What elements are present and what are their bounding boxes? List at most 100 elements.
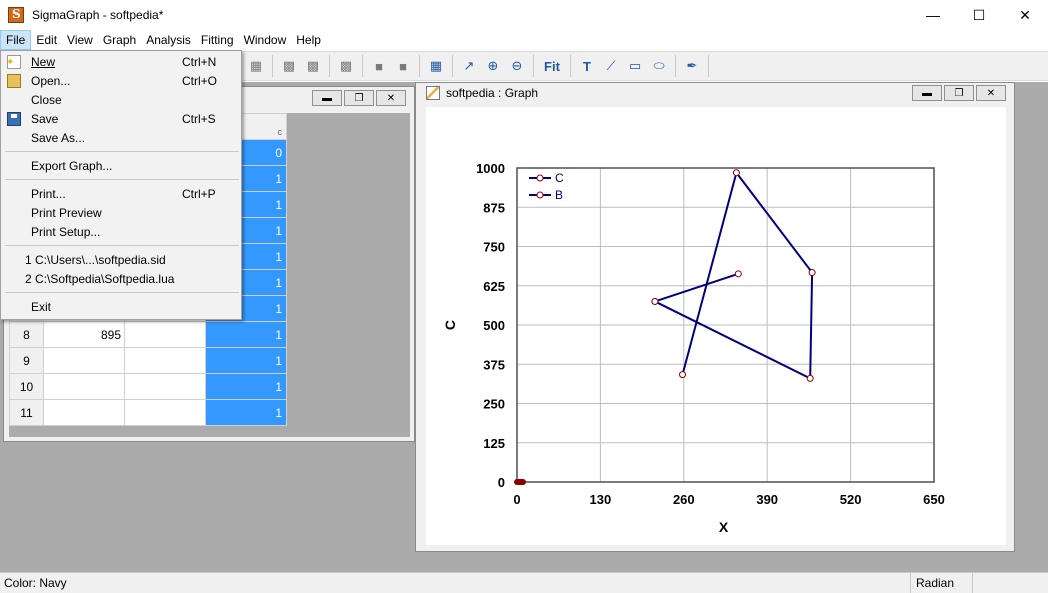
minimize-button[interactable]: — [910, 0, 956, 30]
y-tick-label: 250 [483, 397, 505, 412]
cell-c[interactable]: 1 [205, 373, 287, 400]
menu-file[interactable]: File [0, 30, 32, 50]
data-point[interactable] [808, 269, 816, 277]
sort-desc-icon[interactable]: ■ [392, 55, 414, 77]
row-number[interactable]: 8 [9, 321, 44, 348]
menu-item-open[interactable]: Open... Ctrl+O [1, 72, 241, 91]
fit-button[interactable]: Fit [539, 55, 565, 77]
row-number[interactable]: 11 [9, 399, 44, 426]
data-point[interactable] [679, 371, 687, 379]
menu-graph[interactable]: Graph [98, 30, 141, 50]
table-row: 9 1 [9, 347, 287, 374]
append-rows-icon[interactable]: ▩ [278, 55, 300, 77]
menu-item-close[interactable]: Close [1, 91, 241, 110]
ellipse-tool-icon[interactable]: ⬭ [648, 55, 670, 77]
autoscale-icon[interactable]: ↗ [458, 55, 480, 77]
menu-item-recent-2[interactable]: 2 C:\Softpedia\Softpedia.lua [1, 270, 241, 289]
status-angle-unit: Radian [910, 573, 954, 593]
status-text: Color: Navy [4, 576, 67, 590]
table-row: 8 895 1 [9, 321, 287, 348]
data-point[interactable] [734, 270, 742, 278]
cell-b[interactable] [124, 321, 206, 348]
y-tick-label: 1000 [476, 161, 505, 176]
menu-help[interactable]: Help [291, 30, 326, 50]
worksheet-close-button[interactable]: ✕ [376, 90, 406, 106]
cell-c[interactable]: 1 [205, 321, 287, 348]
line-tool-icon[interactable]: ⟋ [600, 55, 622, 77]
y-tick-label: 625 [483, 279, 505, 294]
menu-separator [5, 292, 239, 293]
menu-analysis[interactable]: Analysis [141, 30, 196, 50]
close-button[interactable]: ✕ [1002, 0, 1048, 30]
graph-minimize-button[interactable]: ▬ [912, 85, 942, 101]
cell-b[interactable] [124, 399, 206, 426]
menu-view[interactable]: View [62, 30, 98, 50]
open-folder-icon [7, 74, 21, 88]
worksheet-restore-button[interactable]: ❐ [344, 90, 374, 106]
column-header-c-sub: c [277, 127, 283, 137]
cell-c[interactable]: 1 [205, 399, 287, 426]
cell-a[interactable] [43, 373, 125, 400]
worksheet-minimize-button[interactable]: ▬ [312, 90, 342, 106]
menu-item-print-preview[interactable]: Print Preview [1, 204, 241, 223]
zoom-in-icon[interactable]: ⊕ [482, 55, 504, 77]
x-tick-label: 0 [513, 492, 520, 507]
graph-canvas[interactable]: 0 125 250 375 500 625 750 875 1000 0 130 260 390 520… [426, 107, 1006, 545]
data-point[interactable] [732, 169, 740, 177]
menu-item-print-setup[interactable]: Print Setup... [1, 223, 241, 242]
cell-b[interactable] [124, 373, 206, 400]
insert-column-icon[interactable]: ▦ [245, 55, 267, 77]
menu-fitting[interactable]: Fitting [196, 30, 239, 50]
menu-item-print[interactable]: Print... Ctrl+P [1, 185, 241, 204]
cell-a[interactable] [43, 347, 125, 374]
rectangle-tool-icon[interactable]: ▭ [624, 55, 646, 77]
cell-b[interactable] [124, 347, 206, 374]
x-tick-label: 390 [756, 492, 778, 507]
status-bar: Color: Navy Radian [0, 572, 1048, 593]
append-columns-icon[interactable]: ▩ [302, 55, 324, 77]
table-row: 11 1 [9, 399, 287, 426]
menu-item-new[interactable]: ✦ New Ctrl+N [1, 53, 241, 72]
text-tool-icon[interactable]: T [576, 55, 598, 77]
graph-close-button[interactable]: ✕ [976, 85, 1006, 101]
x-tick-label: 520 [840, 492, 862, 507]
menu-item-save[interactable]: Save Ctrl+S [1, 110, 241, 129]
y-tick-label: 750 [483, 240, 505, 255]
data-point[interactable] [651, 297, 659, 305]
menu-separator [5, 179, 239, 180]
pen-tool-icon[interactable]: ✒ [681, 55, 703, 77]
menu-window[interactable]: Window [239, 30, 292, 50]
legend-marker [536, 191, 544, 199]
menu-item-save-as[interactable]: Save As... [1, 129, 241, 148]
chart-svg[interactable]: 0 125 250 375 500 625 750 875 1000 0 130 260 390 520… [426, 107, 1006, 545]
x-tick-label: 650 [923, 492, 945, 507]
x-axis-label: X [719, 519, 729, 535]
app-icon [8, 7, 24, 23]
cell-c[interactable]: 1 [205, 347, 287, 374]
delete-icon[interactable]: ▩ [335, 55, 357, 77]
legend-label[interactable]: C [555, 171, 564, 185]
save-disk-icon [7, 112, 21, 126]
zoom-out-icon[interactable]: ⊖ [506, 55, 528, 77]
menu-bar: File Edit View Graph Analysis Fitting Wi… [0, 30, 1048, 50]
menu-item-exit[interactable]: Exit [1, 298, 241, 317]
graph-restore-button[interactable]: ❐ [944, 85, 974, 101]
cell-a[interactable] [43, 399, 125, 426]
menu-item-export-graph[interactable]: Export Graph... [1, 157, 241, 176]
legend-label[interactable]: B [555, 188, 563, 202]
menu-edit[interactable]: Edit [31, 30, 62, 50]
data-point[interactable] [806, 374, 814, 382]
maximize-button[interactable]: ☐ [956, 0, 1002, 30]
datasheet-icon[interactable]: ▦ [425, 55, 447, 77]
file-menu-dropdown: ✦ New Ctrl+N Open... Ctrl+O Close Save C… [0, 50, 242, 320]
series-line-c[interactable] [654, 272, 739, 303]
row-number[interactable]: 9 [9, 347, 44, 374]
row-number[interactable]: 10 [9, 373, 44, 400]
title-bar: SigmaGraph - softpedia* — ☐ ✕ [0, 0, 1048, 30]
y-tick-label: 500 [483, 318, 505, 333]
sort-asc-icon[interactable]: ■ [368, 55, 390, 77]
cell-a[interactable]: 895 [43, 321, 125, 348]
y-axis-label: C [442, 320, 458, 330]
menu-item-recent-1[interactable]: 1 C:\Users\...\softpedia.sid [1, 251, 241, 270]
status-divider [972, 573, 973, 593]
